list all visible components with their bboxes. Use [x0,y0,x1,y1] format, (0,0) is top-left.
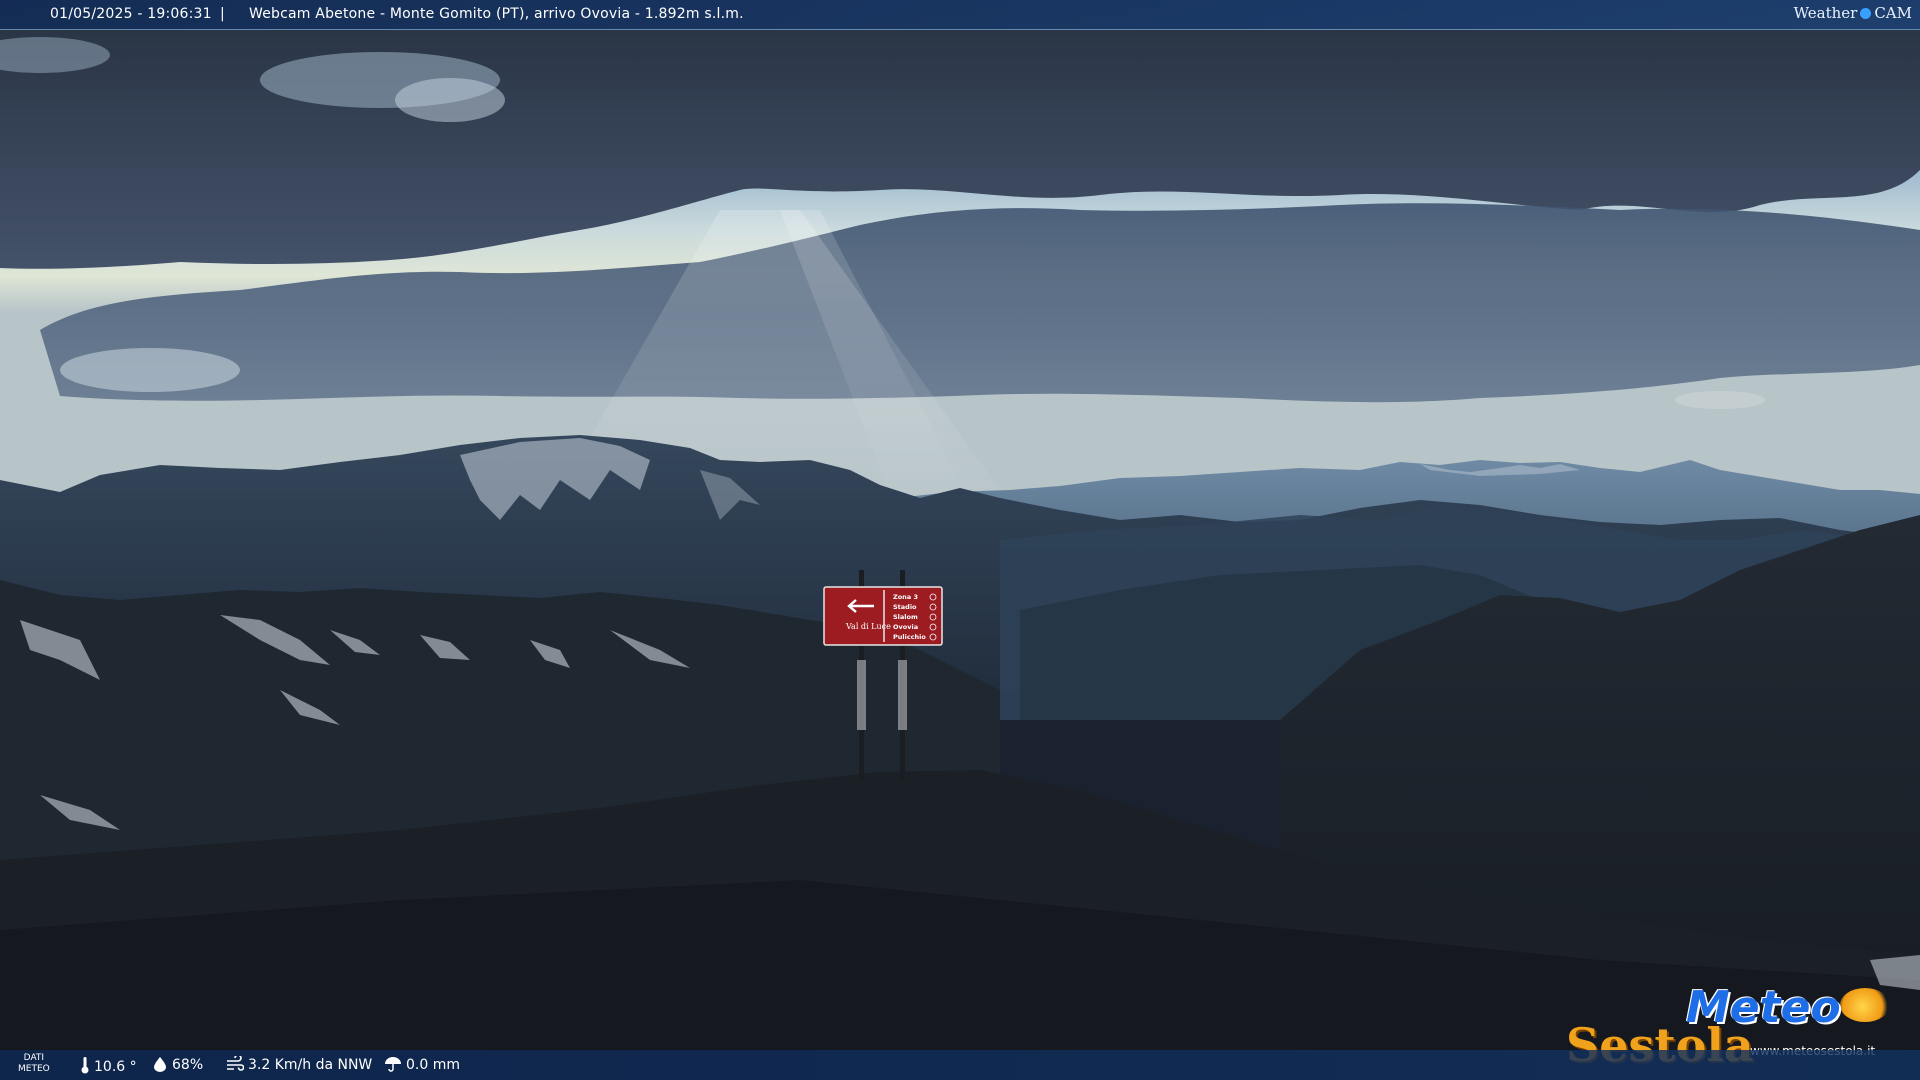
sign-destination-0: Zona 3 [893,593,918,601]
sign-destination-3: Ovovia [893,623,918,631]
weathercam-dot-icon [1860,8,1872,19]
meteo-label: METEO [18,1064,50,1074]
timestamp: 01/05/2025 - 19:06:31 [50,6,212,22]
rain-value: 0.0 mm [406,1057,460,1073]
dati-meteo-label: DATI METEO [18,1053,50,1075]
humidity-reading: 68% [152,1056,203,1073]
sign-destination-2: Slalom [893,613,918,621]
weather-data-bar: DATI METEO 10.6 ° 68% 3.2 Km/h da NNW 0.… [0,1050,1920,1080]
webcam-title: Webcam Abetone - Monte Gomito (PT), arri… [249,6,744,22]
webcam-title-bar: 01/05/2025 - 19:06:31 | Webcam Abetone -… [0,0,1920,29]
wind-icon [227,1054,245,1071]
temperature-reading: 10.6 ° [80,1056,137,1075]
thermometer-icon [81,1057,89,1074]
dati-label: DATI [23,1053,45,1063]
weathercam-logo: Weather CAM [1794,4,1912,22]
temperature-value: 10.6 ° [94,1059,137,1075]
sun-icon [1840,988,1890,1022]
water-drop-icon [154,1057,166,1072]
humidity-value: 68% [172,1057,204,1073]
title-separator: | [220,6,225,22]
umbrella-icon [385,1057,401,1072]
wind-value: 3.2 Km/h da NNW [248,1057,373,1073]
sign-destination-4: Pulicchio [893,633,926,641]
webcam-scene: Val di Luce Zona 3 Stadio Slalom Ovovia Puli… [0,0,1920,1080]
wind-reading: 3.2 Km/h da NNW [226,1054,373,1073]
weathercam-logo-right: CAM [1874,4,1912,22]
sign-left-label: Val di Luce [845,622,891,631]
weathercam-logo-left: Weather [1793,4,1858,22]
rain-reading: 0.0 mm [384,1056,460,1073]
sign-destination-1: Stadio [893,603,917,611]
